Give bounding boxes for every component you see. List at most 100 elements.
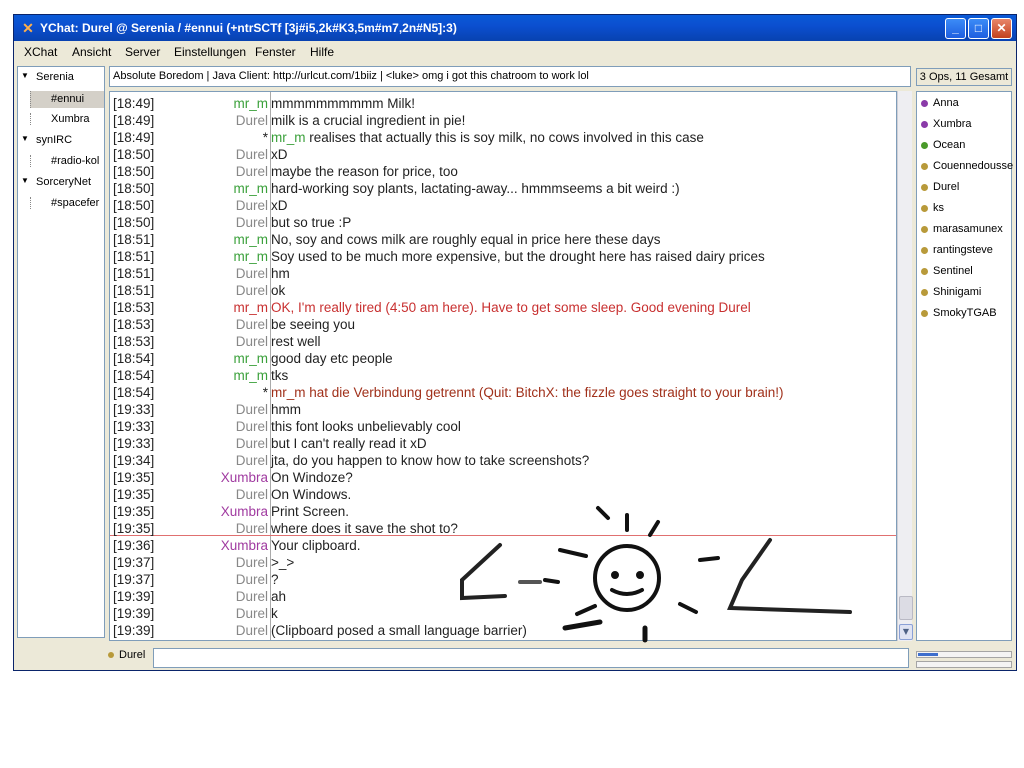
user-name: ks: [933, 202, 944, 214]
chat-nick[interactable]: Durel: [110, 317, 268, 332]
maximize-button[interactable]: □: [968, 18, 989, 39]
menu-hilfe[interactable]: Hilfe: [310, 45, 334, 59]
menu-einstellungen[interactable]: Einstellungen: [174, 45, 246, 59]
chat-nick[interactable]: Durel: [110, 164, 268, 179]
user-status-dot-icon: [921, 309, 928, 317]
user-status-dot-icon: [108, 652, 114, 659]
lag-meter: [916, 651, 1012, 658]
tree-server-serenia[interactable]: ▼ Serenia: [18, 71, 74, 83]
chat-message-text: hmm: [271, 402, 301, 417]
chat-message-text: rest well: [271, 334, 321, 349]
user-name: Anna: [933, 97, 959, 109]
chat-nick[interactable]: *: [110, 385, 268, 400]
chat-message-text: xD: [271, 147, 288, 162]
chat-log[interactable]: [18:49] mr_m mmmmmmmmmm Milk! [18:49] Durel m…: [109, 91, 897, 641]
user-list-item[interactable]: ks: [921, 202, 944, 214]
collapse-arrow-icon[interactable]: ▼: [21, 134, 29, 143]
menu-server[interactable]: Server: [125, 45, 160, 59]
collapse-arrow-icon[interactable]: ▼: [21, 71, 29, 80]
menu-fenster[interactable]: Fenster: [255, 45, 296, 59]
user-name: Ocean: [933, 139, 966, 151]
throttle-meter: [916, 661, 1012, 668]
scroll-down-arrow-icon[interactable]: ▼: [899, 624, 913, 640]
chat-message-text: Soy used to be much more expensive, but …: [271, 249, 765, 264]
chat-nick[interactable]: Durel: [110, 113, 268, 128]
user-list-item[interactable]: Sentinel: [921, 265, 973, 277]
scrollbar-thumb[interactable]: [899, 596, 913, 620]
chat-nick[interactable]: Xumbra: [110, 470, 268, 485]
chat-nick[interactable]: Durel: [110, 453, 268, 468]
chat-nick[interactable]: Durel: [110, 334, 268, 349]
user-count-label: 3 Ops, 11 Gesamt: [916, 68, 1012, 86]
chat-nick[interactable]: mr_m: [110, 368, 269, 383]
chat-nick[interactable]: mr_m: [110, 351, 269, 366]
chat-nick[interactable]: Durel: [110, 266, 268, 281]
user-list-item[interactable]: Durel: [921, 181, 959, 193]
chat-nick[interactable]: Durel: [110, 606, 268, 621]
chat-nick[interactable]: Durel: [110, 555, 268, 570]
menu-xchat[interactable]: XChat: [24, 45, 57, 59]
action-nick[interactable]: mr_m: [271, 130, 306, 145]
user-list-item[interactable]: marasamunex: [921, 223, 1003, 235]
chat-message-text: mr_m hat die Verbindung getrennt (Quit: …: [271, 385, 784, 400]
chat-nick[interactable]: mr_m: [110, 300, 269, 315]
message-input[interactable]: [153, 648, 909, 668]
chat-nick[interactable]: mr_m: [110, 249, 269, 264]
chat-nick[interactable]: mr_m: [110, 232, 269, 247]
chat-nick[interactable]: Durel: [110, 419, 268, 434]
close-button[interactable]: ✕: [991, 18, 1012, 39]
menu-ansicht[interactable]: Ansicht: [72, 45, 111, 59]
nick-button[interactable]: Durel: [108, 649, 145, 661]
user-status-dot-icon: [921, 120, 928, 128]
title-bar[interactable]: ✕ YChat: Durel @ Serenia / #ennui (+ntrS…: [14, 15, 1016, 41]
user-status-dot-icon: [921, 288, 928, 296]
chat-nick[interactable]: Durel: [110, 487, 268, 502]
user-list-item[interactable]: SmokyTGAB: [921, 307, 997, 319]
chat-message-text: ah: [271, 589, 287, 604]
tree-channel-radio-kol[interactable]: #radio-kol: [30, 155, 99, 167]
chat-scrollbar[interactable]: ▼: [897, 91, 913, 641]
user-name: Xumbra: [933, 118, 972, 130]
chat-message-text: k: [271, 606, 278, 621]
chat-nick[interactable]: Xumbra: [110, 504, 268, 519]
chat-nick[interactable]: Durel: [110, 623, 268, 638]
chat-nick[interactable]: Durel: [110, 589, 268, 604]
chat-message-text: Your clipboard.: [271, 538, 361, 553]
chat-nick[interactable]: mr_m: [110, 96, 269, 111]
ychat-window: ✕ YChat: Durel @ Serenia / #ennui (+ntrS…: [13, 14, 1017, 671]
chat-nick[interactable]: Durel: [110, 402, 268, 417]
chat-nick[interactable]: Durel: [110, 283, 268, 298]
chat-nick[interactable]: *: [110, 130, 268, 145]
user-status-dot-icon: [921, 162, 928, 170]
tree-channel-xumbra[interactable]: Xumbra: [30, 113, 90, 125]
chat-nick[interactable]: Durel: [110, 215, 268, 230]
chat-nick[interactable]: Durel: [110, 521, 268, 536]
tree-channel-ennui[interactable]: #ennui: [30, 91, 104, 108]
user-list-item[interactable]: Shinigami: [921, 286, 981, 298]
chat-nick[interactable]: Durel: [110, 572, 268, 587]
tree-channel-spacefer[interactable]: #spacefer: [30, 197, 99, 209]
user-list-item[interactable]: Couennedousse: [921, 160, 1013, 172]
user-name: Shinigami: [933, 286, 982, 298]
user-list-item[interactable]: rantingsteve: [921, 244, 993, 256]
tree-server-sorcerynet[interactable]: ▼ SorceryNet: [18, 176, 91, 188]
chat-message-text: OK, I'm really tired (4:50 am here). Hav…: [271, 300, 751, 315]
collapse-arrow-icon[interactable]: ▼: [21, 176, 29, 185]
user-list-item[interactable]: Xumbra: [921, 118, 972, 130]
user-status-dot-icon: [921, 204, 928, 212]
chat-message-text: hard-working soy plants, lactating-away.…: [271, 181, 680, 196]
user-status-dot-icon: [921, 183, 928, 191]
tree-server-synirc[interactable]: ▼ synIRC: [18, 134, 72, 146]
user-list-item[interactable]: Anna: [921, 97, 959, 109]
chat-nick[interactable]: Durel: [110, 147, 268, 162]
chat-nick[interactable]: Xumbra: [110, 538, 268, 553]
minimize-button[interactable]: _: [945, 18, 966, 39]
chat-nick[interactable]: Durel: [110, 198, 268, 213]
user-status-dot-icon: [921, 141, 928, 149]
topic-field[interactable]: Absolute Boredom | Java Client: http://u…: [109, 66, 911, 87]
chat-message-text: but so true :P: [271, 215, 352, 230]
user-list-item[interactable]: Ocean: [921, 139, 965, 151]
chat-nick[interactable]: mr_m: [110, 181, 269, 196]
chat-nick[interactable]: Durel: [110, 436, 268, 451]
user-name: Couennedousse: [933, 160, 1014, 172]
